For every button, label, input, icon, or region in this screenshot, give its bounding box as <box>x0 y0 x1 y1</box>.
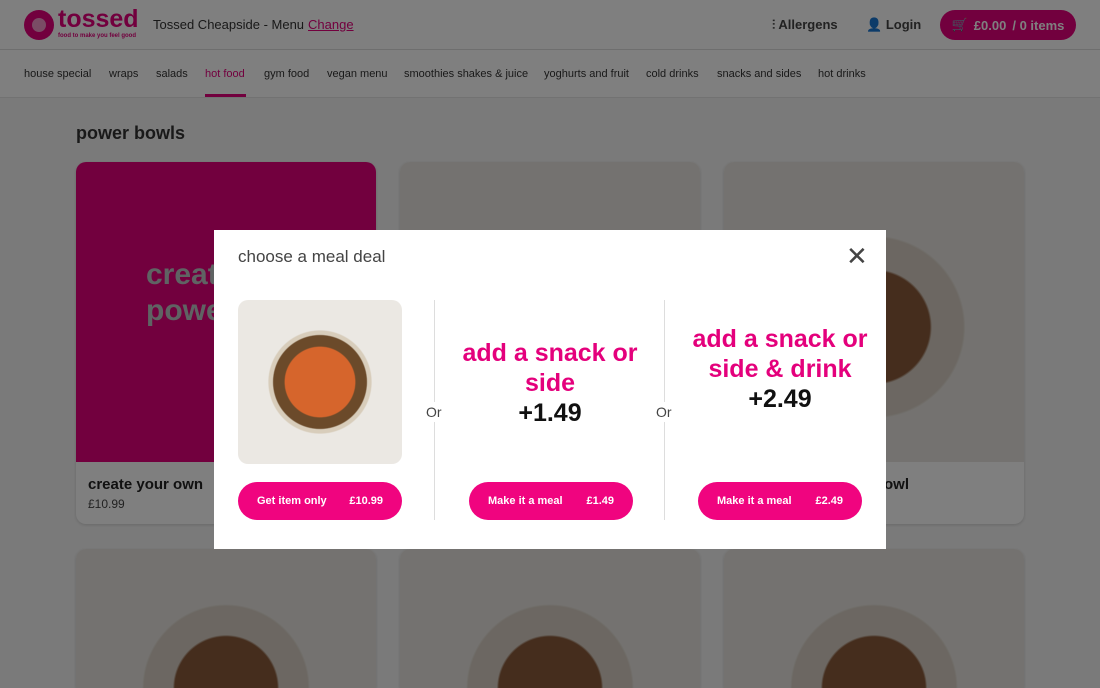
button-price: £2.49 <box>815 495 843 507</box>
offer-heading: add a snack or side & drink <box>692 325 868 383</box>
button-label: Make it a meal <box>717 495 792 507</box>
snack-offer: add a snack or side +1.49 <box>460 338 640 428</box>
button-price: £10.99 <box>349 495 383 507</box>
close-icon[interactable]: ✕ <box>846 243 868 269</box>
button-price: £1.49 <box>586 495 614 507</box>
or-label: Or <box>426 402 442 422</box>
product-image <box>238 300 402 464</box>
modal-title: choose a meal deal <box>238 247 386 266</box>
snack-drink-offer: add a snack or side & drink +2.49 <box>690 324 870 414</box>
button-label: Make it a meal <box>488 495 563 507</box>
make-meal-drink-button[interactable]: Make it a meal £2.49 <box>698 482 862 520</box>
offer-heading: add a snack or side <box>462 339 638 397</box>
offer-price: +1.49 <box>518 399 582 427</box>
meal-deal-modal: choose a meal deal ✕ Or Or add a snack o… <box>214 230 886 549</box>
or-label: Or <box>656 402 672 422</box>
offer-price: +2.49 <box>748 385 812 413</box>
make-meal-snack-button[interactable]: Make it a meal £1.49 <box>469 482 633 520</box>
get-item-only-button[interactable]: Get item only £10.99 <box>238 482 402 520</box>
button-label: Get item only <box>257 495 327 507</box>
